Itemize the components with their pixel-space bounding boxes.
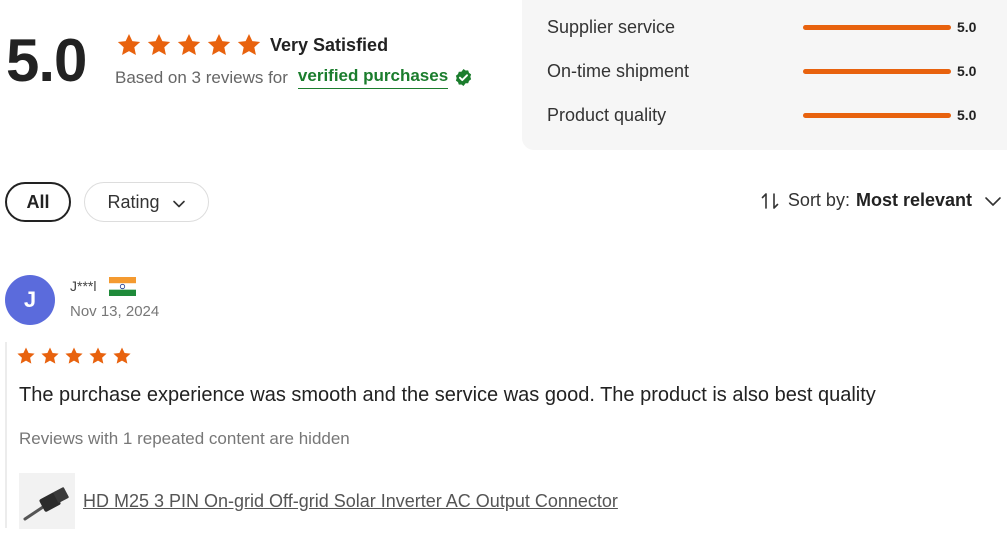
product-link[interactable]: HD M25 3 PIN On-grid Off-grid Solar Inve… bbox=[83, 491, 618, 512]
based-on-text: Based on 3 reviews for bbox=[115, 67, 288, 87]
star-icon bbox=[64, 346, 84, 366]
filter-rating-label: Rating bbox=[107, 191, 160, 212]
star-icon bbox=[206, 32, 232, 58]
breakdown-label: On-time shipment bbox=[547, 60, 690, 81]
india-flag-icon bbox=[109, 277, 136, 296]
review-count-line: Based on 3 reviews for verified purchase… bbox=[115, 66, 473, 89]
review-star-rating bbox=[16, 346, 136, 366]
breakdown-row-product-quality: Product quality 5.0 bbox=[547, 103, 987, 127]
chevron-down-icon bbox=[172, 195, 186, 209]
verified-check-icon bbox=[454, 68, 473, 87]
breakdown-fill bbox=[803, 112, 951, 118]
avatar: J bbox=[5, 275, 55, 325]
overall-score: 5.0 bbox=[6, 27, 87, 94]
star-icon bbox=[16, 346, 36, 366]
breakdown-value: 5.0 bbox=[957, 63, 977, 79]
review-card: The purchase experience was smooth and t… bbox=[5, 342, 995, 529]
breakdown-row-supplier-service: Supplier service 5.0 bbox=[547, 15, 987, 39]
sort-arrows-icon bbox=[760, 191, 780, 211]
satisfaction-label: Very Satisfied bbox=[270, 34, 389, 55]
breakdown-row-on-time-shipment: On-time shipment 5.0 bbox=[547, 59, 987, 83]
breakdown-bar bbox=[803, 112, 951, 118]
star-icon bbox=[146, 32, 172, 58]
breakdown-value: 5.0 bbox=[957, 19, 977, 35]
breakdown-value: 5.0 bbox=[957, 107, 977, 123]
review-date: Nov 13, 2024 bbox=[70, 303, 160, 320]
star-icon bbox=[88, 346, 108, 366]
sort-dropdown[interactable]: Sort by: Most relevant bbox=[760, 190, 1002, 211]
sort-value: Most relevant bbox=[855, 190, 972, 210]
rating-breakdown-panel: Supplier service 5.0 On-time shipment 5.… bbox=[522, 0, 1007, 150]
breakdown-label: Supplier service bbox=[547, 16, 676, 37]
overall-star-rating: Very Satisfied bbox=[116, 32, 388, 58]
chevron-down-icon bbox=[984, 192, 1002, 210]
review-text: The purchase experience was smooth and t… bbox=[19, 384, 876, 406]
star-icon bbox=[40, 346, 60, 366]
filter-rating-dropdown[interactable]: Rating bbox=[84, 182, 209, 222]
reviewer-name: J***l bbox=[70, 278, 97, 294]
breakdown-label: Product quality bbox=[547, 104, 667, 125]
star-icon bbox=[116, 32, 142, 58]
sort-label: Sort by: bbox=[787, 190, 850, 210]
breakdown-fill bbox=[803, 68, 951, 74]
breakdown-bar bbox=[803, 68, 951, 74]
star-icon bbox=[236, 32, 262, 58]
product-thumbnail[interactable] bbox=[19, 473, 75, 529]
filter-all-button[interactable]: All bbox=[5, 182, 71, 222]
breakdown-fill bbox=[803, 24, 951, 30]
hidden-reviews-note: Reviews with 1 repeated content are hidd… bbox=[19, 429, 350, 448]
breakdown-bar bbox=[803, 24, 951, 30]
star-icon bbox=[112, 346, 132, 366]
verified-purchases-link[interactable]: verified purchases bbox=[297, 66, 449, 89]
star-icon bbox=[176, 32, 202, 58]
